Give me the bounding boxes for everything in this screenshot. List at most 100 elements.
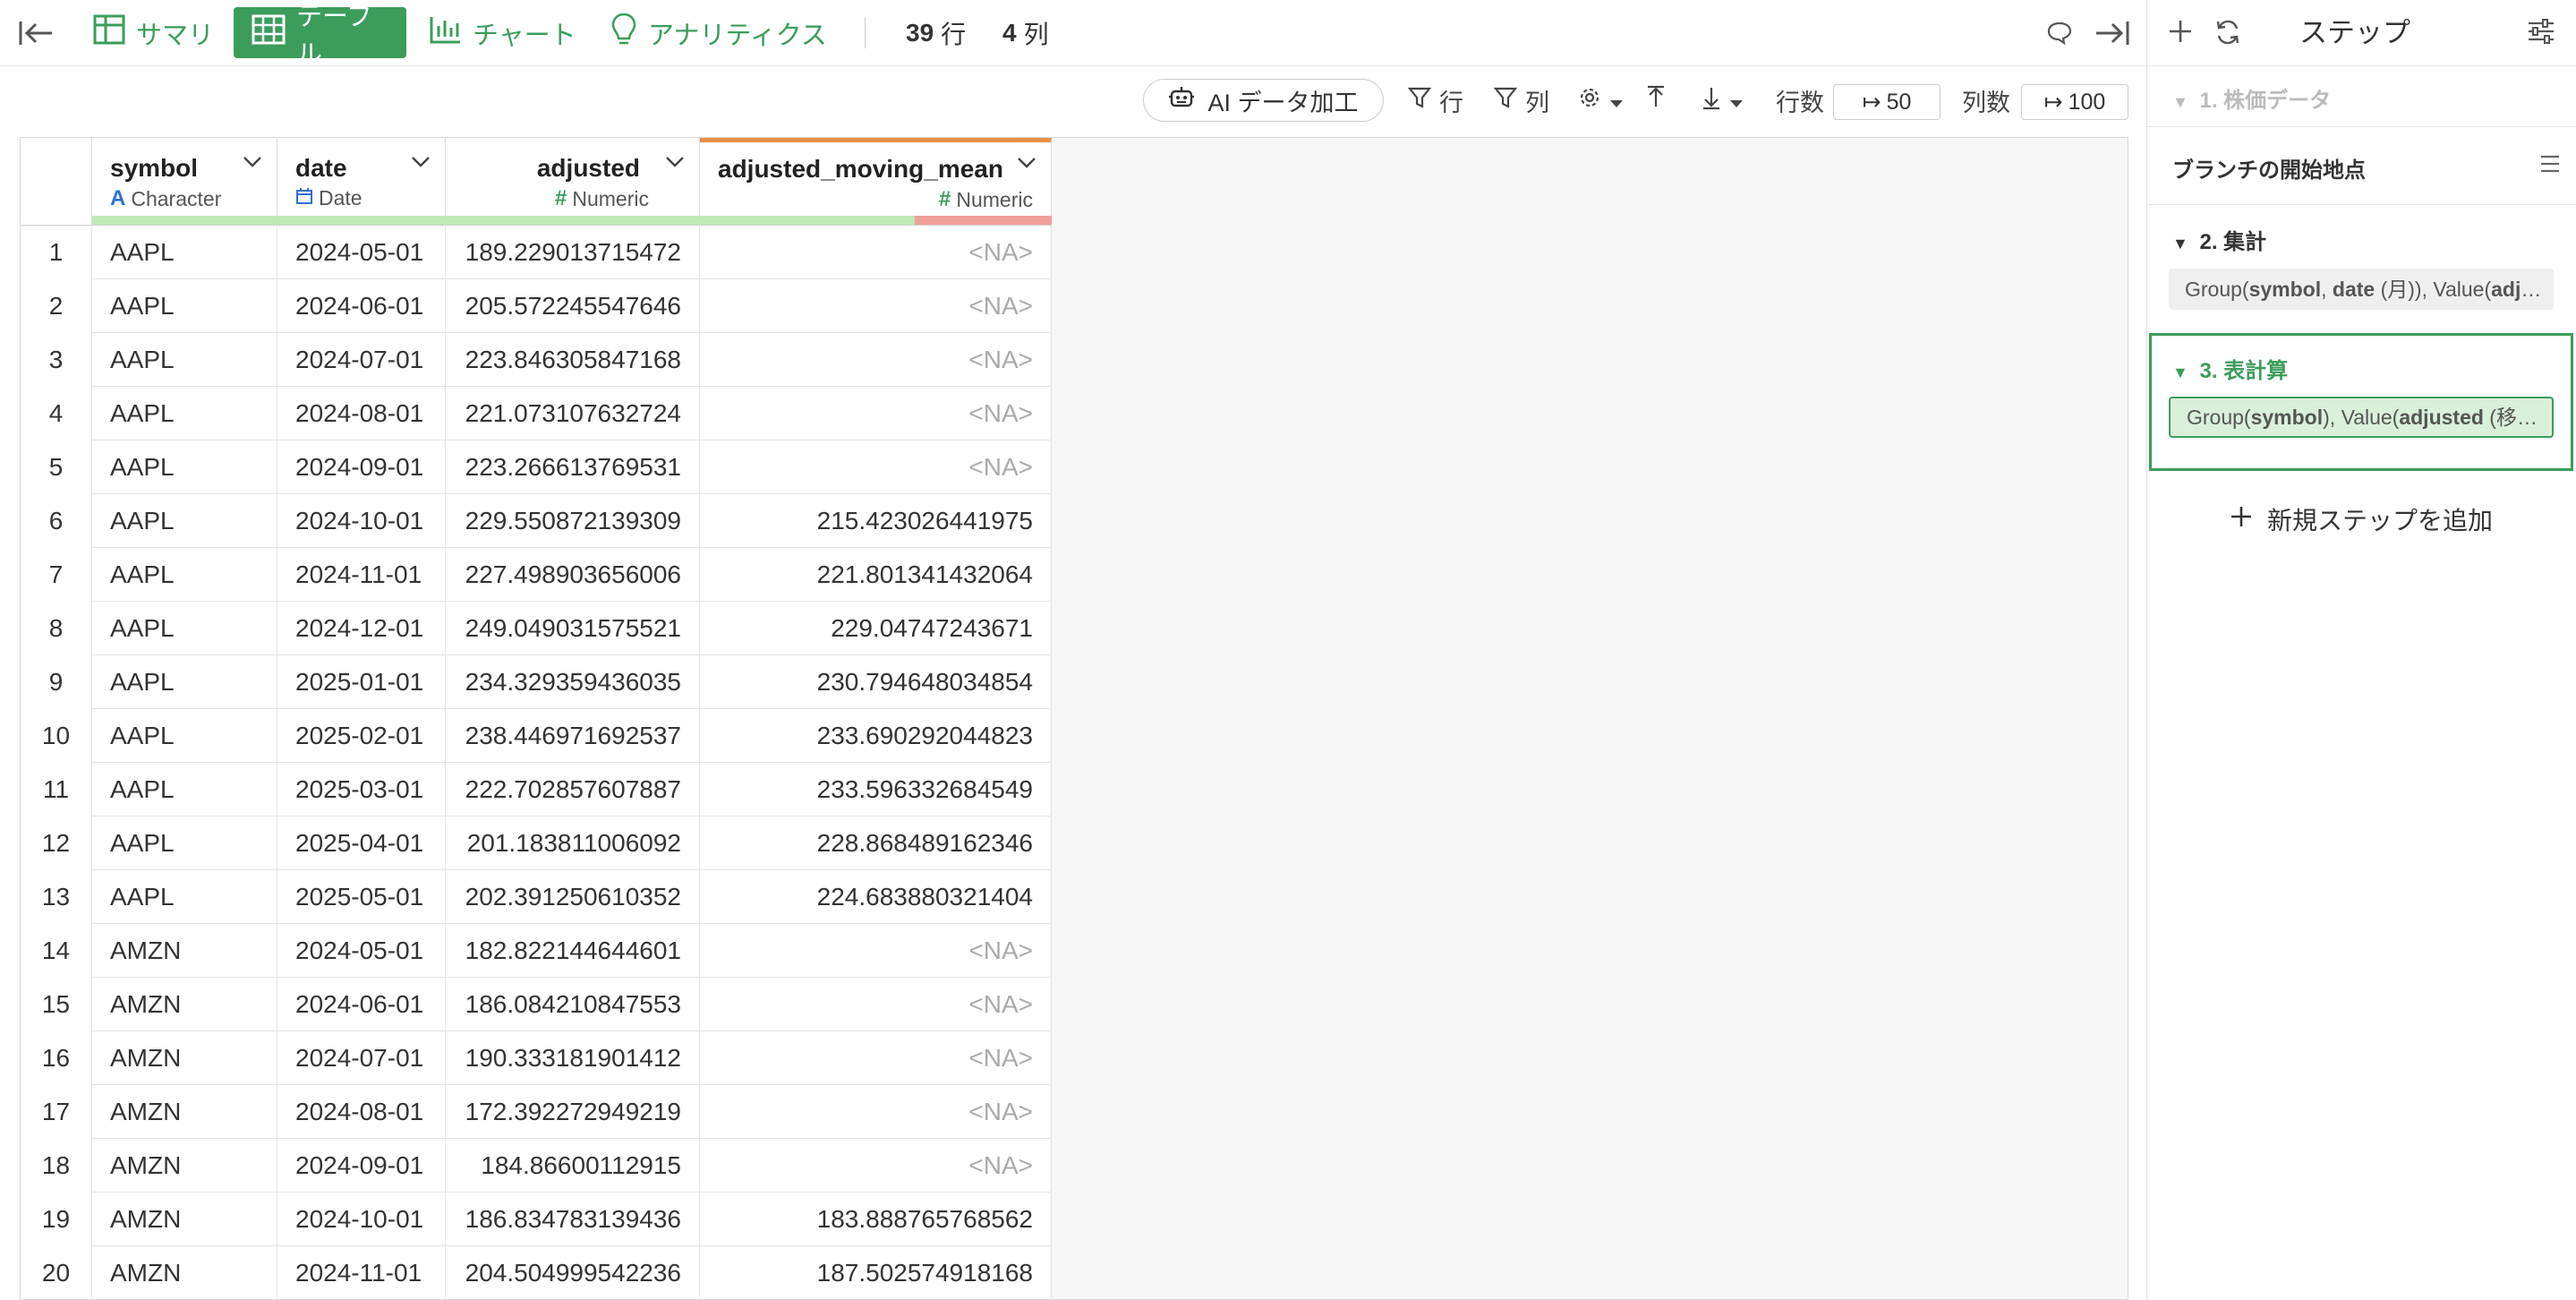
cell-date[interactable]: 2024-06-01 [277, 978, 446, 1031]
cell-adjusted-moving-mean[interactable]: 230.794648034854 [700, 655, 1052, 709]
tab-analytics[interactable]: アナリティクス [593, 7, 845, 58]
cell-date[interactable]: 2024-11-01 [277, 1246, 446, 1299]
table-row[interactable]: 2 AAPL 2024-06-01 205.572245547646 <NA> [21, 279, 1052, 333]
cell-symbol[interactable]: AAPL [92, 548, 277, 602]
cell-date[interactable]: 2024-05-01 [277, 924, 446, 978]
cell-adjusted[interactable]: 238.446971692537 [446, 709, 700, 763]
table-row[interactable]: 8 AAPL 2024-12-01 249.049031575521 229.04747… [21, 602, 1052, 655]
table-row[interactable]: 1 AAPL 2024-05-01 189.229013715472 <NA> [21, 226, 1052, 279]
cell-adjusted-moving-mean[interactable]: <NA> [700, 226, 1052, 279]
row-index[interactable]: 17 [21, 1085, 92, 1139]
step-3-command[interactable]: Group(symbol), Value(adjusted (移動平均)) [2169, 397, 2554, 438]
row-index[interactable]: 11 [21, 763, 92, 817]
cell-adjusted-moving-mean[interactable]: <NA> [700, 1139, 1052, 1193]
cell-date[interactable]: 2024-05-01 [277, 226, 446, 279]
refresh-icon[interactable] [2213, 18, 2242, 51]
cell-date[interactable]: 2025-05-01 [277, 870, 446, 924]
menu-icon[interactable] [2539, 154, 2561, 178]
chevron-down-icon[interactable] [1017, 157, 1036, 174]
cell-date[interactable]: 2025-03-01 [277, 763, 446, 817]
rows-limit-input[interactable]: ↦ 50 [1833, 84, 1941, 120]
cell-adjusted-moving-mean[interactable]: 233.690292044823 [700, 709, 1052, 763]
table-row[interactable]: 10 AAPL 2025-02-01 238.446971692537 233.6902… [21, 709, 1052, 763]
column-header-symbol[interactable]: symbol A Character [92, 138, 277, 226]
cell-symbol[interactable]: AMZN [92, 1246, 277, 1299]
cell-symbol[interactable]: AAPL [92, 387, 277, 440]
cell-symbol[interactable]: AAPL [92, 602, 277, 655]
cell-adjusted[interactable]: 204.504999542236 [446, 1246, 700, 1299]
row-filter-button[interactable]: 行 [1407, 79, 1463, 122]
cell-adjusted[interactable]: 223.266613769531 [446, 440, 700, 494]
row-index[interactable]: 19 [21, 1193, 92, 1246]
cell-symbol[interactable]: AAPL [92, 494, 277, 548]
chevron-down-icon[interactable] [411, 156, 431, 173]
collapse-right-icon[interactable] [2094, 0, 2130, 66]
cell-adjusted-moving-mean[interactable]: <NA> [700, 440, 1052, 494]
cell-adjusted[interactable]: 222.702857607887 [446, 763, 700, 817]
cell-adjusted[interactable]: 221.073107632724 [446, 387, 700, 440]
row-index[interactable]: 5 [21, 440, 92, 494]
row-index[interactable]: 8 [21, 602, 92, 655]
comment-icon[interactable] [2046, 0, 2073, 66]
row-index[interactable]: 6 [21, 494, 92, 548]
table-row[interactable]: 9 AAPL 2025-01-01 234.329359436035 230.79464… [21, 655, 1052, 709]
row-index[interactable]: 3 [21, 333, 92, 387]
cell-adjusted-moving-mean[interactable]: <NA> [700, 978, 1052, 1031]
cell-symbol[interactable]: AMZN [92, 978, 277, 1031]
chevron-down-icon[interactable] [243, 156, 262, 173]
table-row[interactable]: 5 AAPL 2024-09-01 223.266613769531 <NA> [21, 440, 1052, 494]
table-row[interactable]: 12 AAPL 2025-04-01 201.183811006092 228.8684… [21, 817, 1052, 870]
row-index[interactable]: 16 [21, 1031, 92, 1085]
cell-symbol[interactable]: AAPL [92, 226, 277, 279]
sliders-icon[interactable] [2527, 18, 2555, 49]
cell-date[interactable]: 2024-08-01 [277, 387, 446, 440]
cell-adjusted-moving-mean[interactable]: <NA> [700, 333, 1052, 387]
table-row[interactable]: 6 AAPL 2024-10-01 229.550872139309 215.42302… [21, 494, 1052, 548]
cell-date[interactable]: 2024-12-01 [277, 602, 446, 655]
cell-adjusted[interactable]: 184.86600112915 [446, 1139, 700, 1193]
cell-symbol[interactable]: AAPL [92, 279, 277, 333]
row-index[interactable]: 14 [21, 924, 92, 978]
column-header-adjusted[interactable]: adjusted # Numeric [446, 138, 700, 226]
cell-symbol[interactable]: AMZN [92, 924, 277, 978]
cell-symbol[interactable]: AAPL [92, 655, 277, 709]
table-row[interactable]: 11 AAPL 2025-03-01 222.702857607887 233.5963… [21, 763, 1052, 817]
row-index[interactable]: 10 [21, 709, 92, 763]
cell-adjusted-moving-mean[interactable]: 183.888765768562 [700, 1193, 1052, 1246]
cell-adjusted-moving-mean[interactable]: 229.04747243671 [700, 602, 1052, 655]
cell-symbol[interactable]: AAPL [92, 440, 277, 494]
cell-symbol[interactable]: AMZN [92, 1139, 277, 1193]
cell-adjusted[interactable]: 234.329359436035 [446, 655, 700, 709]
cell-date[interactable]: 2024-07-01 [277, 1031, 446, 1085]
cell-date[interactable]: 2024-10-01 [277, 1193, 446, 1246]
cell-adjusted[interactable]: 223.846305847168 [446, 333, 700, 387]
collapse-left-icon[interactable] [18, 0, 55, 66]
add-icon[interactable] [2167, 18, 2194, 49]
cell-date[interactable]: 2024-06-01 [277, 279, 446, 333]
tab-table[interactable]: テーブル [234, 3, 406, 69]
cell-symbol[interactable]: AAPL [92, 817, 277, 870]
cell-adjusted[interactable]: 190.333181901412 [446, 1031, 700, 1085]
ai-data-processing-button[interactable]: AI データ加工 [1143, 79, 1384, 122]
cell-adjusted[interactable]: 186.084210847553 [446, 978, 700, 1031]
cell-adjusted-moving-mean[interactable]: <NA> [700, 1031, 1052, 1085]
table-row[interactable]: 19 AMZN 2024-10-01 186.834783139436 183.8887… [21, 1193, 1052, 1246]
cell-adjusted-moving-mean[interactable]: 224.683880321404 [700, 870, 1052, 924]
cell-date[interactable]: 2024-11-01 [277, 548, 446, 602]
cell-symbol[interactable]: AAPL [92, 870, 277, 924]
table-row[interactable]: 3 AAPL 2024-07-01 223.846305847168 <NA> [21, 333, 1052, 387]
upload-button[interactable] [1645, 79, 1667, 122]
cell-adjusted[interactable]: 249.049031575521 [446, 602, 700, 655]
cell-adjusted[interactable]: 186.834783139436 [446, 1193, 700, 1246]
table-row[interactable]: 18 AMZN 2024-09-01 184.86600112915 <NA> [21, 1139, 1052, 1193]
cell-adjusted-moving-mean[interactable]: <NA> [700, 924, 1052, 978]
download-dropdown[interactable] [1701, 79, 1744, 122]
cell-date[interactable]: 2025-02-01 [277, 709, 446, 763]
cell-adjusted[interactable]: 205.572245547646 [446, 279, 700, 333]
add-step-button[interactable]: 新規ステップを追加 [2230, 501, 2493, 537]
table-row[interactable]: 7 AAPL 2024-11-01 227.498903656006 221.80134… [21, 548, 1052, 602]
step-3[interactable]: ▼ 3. 表計算 [2172, 353, 2288, 384]
cell-adjusted[interactable]: 227.498903656006 [446, 548, 700, 602]
cell-date[interactable]: 2024-09-01 [277, 1139, 446, 1193]
tab-summary[interactable]: サマリ [75, 7, 232, 58]
